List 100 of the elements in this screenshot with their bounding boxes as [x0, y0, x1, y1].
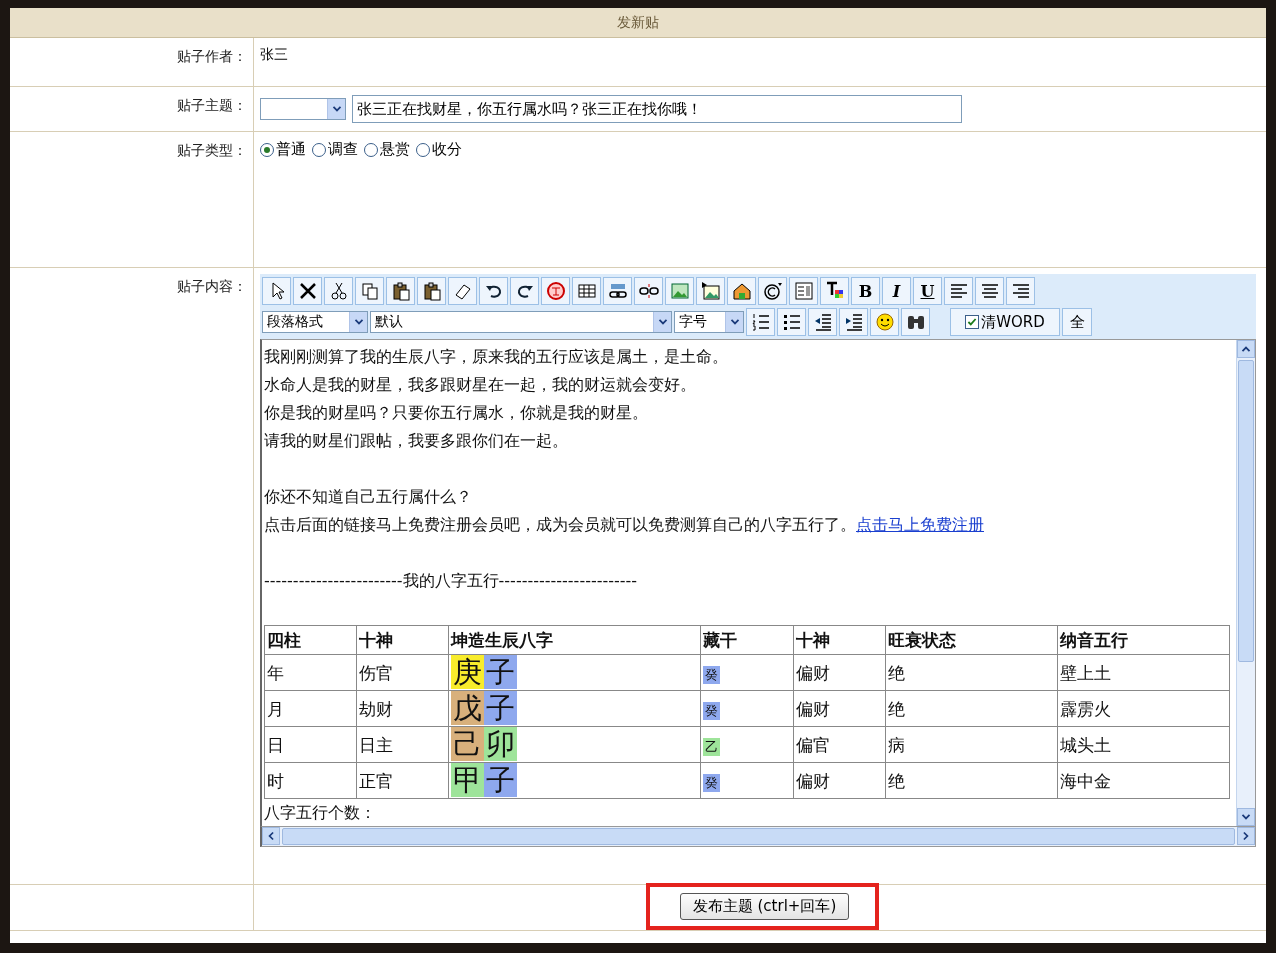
author-name: 张三	[260, 46, 288, 62]
table-cell: 伤官	[356, 654, 449, 691]
table-cell: 绝	[885, 690, 1058, 727]
radio-button[interactable]	[364, 142, 378, 157]
radio-label[interactable]: 普通	[276, 140, 306, 159]
table-cell: 城头土	[1057, 726, 1230, 763]
table-cell: 偏官	[793, 726, 885, 763]
stamp-icon	[545, 281, 566, 301]
smiley-button[interactable]	[870, 308, 899, 336]
bazi-character: 戊	[451, 691, 485, 725]
font-select[interactable]: 默认	[370, 311, 672, 333]
radio-button[interactable]	[416, 142, 430, 157]
align-left-button[interactable]	[944, 277, 973, 305]
bazi-character: 庚	[451, 655, 485, 689]
pointer-button[interactable]	[262, 277, 291, 305]
field-label: 贴子作者：	[177, 48, 247, 66]
form-button[interactable]	[789, 277, 818, 305]
bazi-character: 子	[484, 691, 518, 725]
table-cell: 偏财	[793, 762, 885, 799]
clean-word-toggle[interactable]: 清WORD	[950, 308, 1060, 336]
select-all-button[interactable]: 全	[1062, 308, 1092, 336]
field-label: 贴子主题：	[177, 97, 247, 115]
numbered-list-button[interactable]	[746, 308, 775, 336]
radio-label[interactable]: 收分	[432, 140, 462, 159]
submit-button[interactable]: 发布主题 (ctrl+回车)	[679, 893, 850, 920]
radio-label[interactable]: 悬赏	[380, 140, 410, 159]
column-header: 四柱	[264, 625, 357, 655]
house-icon	[731, 281, 752, 301]
column-header: 纳音五行	[1057, 625, 1230, 655]
undo-button[interactable]	[479, 277, 508, 305]
smiley-icon	[874, 312, 895, 332]
house-button[interactable]	[727, 277, 756, 305]
align-right-icon	[1010, 281, 1031, 301]
register-link[interactable]: 点击马上免费注册	[856, 515, 984, 534]
table-cell: 月	[264, 690, 357, 727]
horizontal-scrollbar[interactable]	[260, 827, 1256, 847]
table-cell: 日主	[356, 726, 449, 763]
stamp-button[interactable]	[541, 277, 570, 305]
font-size-select[interactable]: 字号	[674, 311, 744, 333]
text-color-button[interactable]	[820, 277, 849, 305]
bazi-character: 子	[484, 763, 518, 797]
category-select[interactable]	[260, 98, 346, 120]
align-left-icon	[948, 281, 969, 301]
image-icon	[669, 281, 690, 301]
table-cell: 霹雳火	[1057, 690, 1230, 727]
table-icon	[576, 281, 597, 301]
redo-button[interactable]	[510, 277, 539, 305]
table-cell: 壁上土	[1057, 654, 1230, 691]
paragraph-format-select[interactable]: 段落格式	[262, 311, 368, 333]
close-button[interactable]	[293, 277, 322, 305]
picture-button[interactable]	[696, 277, 725, 305]
form-title: 发新贴	[10, 8, 1266, 38]
clipboard-button[interactable]	[417, 277, 446, 305]
table-cell: 劫财	[356, 690, 449, 727]
field-label: 贴子类型：	[177, 142, 247, 160]
numbered-list-icon	[750, 312, 771, 332]
bazi-character: 子	[484, 655, 518, 689]
outdent-button[interactable]	[808, 308, 837, 336]
clipboard-button[interactable]	[386, 277, 415, 305]
checkbox[interactable]	[965, 315, 980, 329]
underline-button[interactable]: U	[913, 277, 942, 305]
column-header: 十神	[793, 625, 885, 655]
align-right-button[interactable]	[1006, 277, 1035, 305]
table-cell: 偏财	[793, 690, 885, 727]
unlink-button[interactable]	[634, 277, 663, 305]
link-button[interactable]	[603, 277, 632, 305]
copy-button[interactable]	[355, 277, 384, 305]
scissors-button[interactable]	[324, 277, 353, 305]
unlink-icon	[638, 281, 659, 301]
eraser-button[interactable]	[448, 277, 477, 305]
bazi-character: 己	[451, 727, 485, 761]
bold-button[interactable]: B	[851, 277, 880, 305]
link-icon	[607, 281, 628, 301]
radio-button[interactable]	[312, 142, 326, 157]
table-cell: 日	[264, 726, 357, 763]
table-cell: 病	[885, 726, 1058, 763]
italic-button[interactable]: I	[882, 277, 911, 305]
bazi-character: 卯	[484, 727, 518, 761]
radio-label[interactable]: 调查	[328, 140, 358, 159]
radio-button[interactable]	[260, 142, 274, 157]
indent-button[interactable]	[839, 308, 868, 336]
check-icon	[966, 316, 979, 328]
align-center-icon	[979, 281, 1000, 301]
indent-icon	[843, 312, 864, 332]
hidden-stem-character: 癸	[703, 701, 721, 720]
bullet-list-button[interactable]	[777, 308, 806, 336]
text-color-icon	[824, 281, 845, 301]
bullet-list-icon	[781, 312, 802, 332]
field-label: 贴子内容：	[177, 278, 247, 296]
table-cell: 绝	[885, 654, 1058, 691]
copyright-button[interactable]	[758, 277, 787, 305]
column-header: 坤造生辰八字	[448, 625, 701, 655]
scissors-icon	[328, 281, 349, 301]
table-cell: 时	[264, 762, 357, 799]
align-center-button[interactable]	[975, 277, 1004, 305]
vertical-scrollbar[interactable]	[1236, 340, 1255, 826]
column-header: 旺衰状态	[885, 625, 1058, 655]
close-icon	[297, 281, 318, 301]
table-button[interactable]	[572, 277, 601, 305]
subject-field[interactable]: 张三正在找财星，你五行属水吗？张三正在找你哦！	[352, 95, 962, 123]
